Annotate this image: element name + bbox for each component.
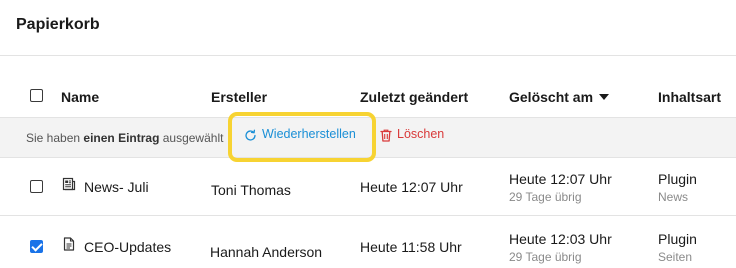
row-checkbox[interactable] [30,240,43,253]
row-type: Plugin [658,171,697,187]
column-header-modified[interactable]: Zuletzt geändert [360,89,468,105]
page-header: Papierkorb [0,0,736,56]
row-deleted: Heute 12:07 Uhr [509,171,612,187]
row-creator: Toni Thomas [211,182,291,198]
row-modified: Heute 11:58 Uhr [360,239,462,255]
restore-button[interactable]: Wiederherstellen [244,127,356,142]
column-header-type[interactable]: Inhaltsart [658,89,721,105]
select-all-checkbox[interactable] [30,89,43,102]
selection-status: Sie haben einen Eintrag ausgewählt [26,131,223,145]
row-name[interactable]: CEO-Updates [84,239,171,255]
column-header-name[interactable]: Name [61,89,99,105]
row-creator: Hannah Anderson [210,244,323,260]
table-row[interactable]: CEO-Updates Hannah Anderson Heute 11:58 … [0,217,736,268]
news-icon [62,177,76,191]
row-deleted-remaining: 29 Tage übrig [509,190,582,204]
table-row[interactable]: News- Juli Toni Thomas Heute 12:07 Uhr H… [0,158,736,216]
sort-descending-icon [599,94,610,100]
page-title: Papierkorb [16,16,100,33]
row-type-sub: Seiten [658,250,693,264]
row-modified: Heute 12:07 Uhr [360,179,463,195]
restore-label: Wiederherstellen [262,127,356,141]
selection-suffix: ausgewählt [159,131,224,145]
selection-count: einen Eintrag [83,131,160,145]
row-type: Plugin [658,231,697,247]
refresh-icon [245,129,256,141]
selection-prefix: Sie haben [26,131,84,145]
column-header-deleted[interactable]: Gelöscht am [509,89,610,105]
delete-label: Löschen [397,127,445,141]
column-header-deleted-label: Gelöscht am [509,89,594,105]
row-type-sub: News [658,190,689,204]
row-checkbox[interactable] [30,180,43,193]
row-name[interactable]: News- Juli [84,179,149,195]
delete-button[interactable]: Löschen [380,127,445,142]
document-icon [63,237,75,251]
row-deleted: Heute 12:03 Uhr [509,231,612,247]
row-deleted-remaining: 29 Tage übrig [509,250,582,264]
trash-icon [380,129,392,142]
column-header-creator[interactable]: Ersteller [211,89,267,105]
